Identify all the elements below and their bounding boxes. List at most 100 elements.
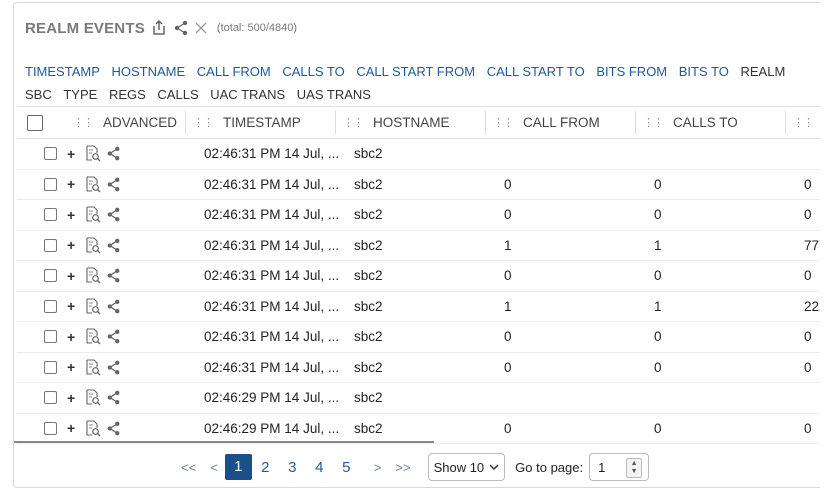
column-header-timestamp[interactable]: ⋮⋮ TIMESTAMP <box>193 107 301 138</box>
column-toggle-uac-trans[interactable]: UAC TRANS <box>210 83 285 106</box>
share-icon[interactable] <box>106 414 121 443</box>
share-icon[interactable] <box>106 353 121 382</box>
cell-call-from: 0 <box>504 420 512 436</box>
expand-row-button[interactable]: + <box>67 322 75 351</box>
column-toggle-bits-to[interactable]: BITS TO <box>679 60 729 83</box>
column-toggle-call-from[interactable]: CALL FROM <box>197 60 271 83</box>
page-button-3[interactable]: 3 <box>279 459 306 476</box>
share-icon[interactable] <box>106 383 121 412</box>
column-header-advanced[interactable]: ⋮⋮ ADVANCED <box>73 107 177 138</box>
cell-timestamp: 02:46:29 PM 14 Jul, ... <box>204 420 340 436</box>
table-row: +02:46:31 PM 14 Jul, ... sbc2 0 0 0 <box>17 322 820 353</box>
drag-handle-icon[interactable]: ⋮⋮ <box>793 116 814 129</box>
cell-timestamp: 02:46:31 PM 14 Jul, ... <box>204 207 340 222</box>
row-checkbox[interactable] <box>44 231 57 260</box>
row-checkbox[interactable] <box>44 170 57 199</box>
share-icon[interactable] <box>106 322 121 351</box>
prev-page-button[interactable]: < <box>210 460 218 475</box>
column-toggle-regs[interactable]: REGS <box>109 83 146 106</box>
expand-row-button[interactable]: + <box>67 383 75 412</box>
share-icon[interactable] <box>106 292 121 321</box>
column-toggle-sbc[interactable]: SBC <box>25 83 52 106</box>
page-stepper[interactable]: ▲ ▼ <box>626 458 643 478</box>
inspect-icon[interactable] <box>85 414 101 443</box>
column-toggle-uas-trans[interactable]: UAS TRANS <box>297 83 371 106</box>
column-resizer[interactable] <box>635 111 636 134</box>
row-checkbox[interactable] <box>44 322 57 351</box>
expand-row-button[interactable]: + <box>67 353 75 382</box>
inspect-icon[interactable] <box>85 200 101 229</box>
goto-page-input[interactable]: 1 ▲ ▼ <box>589 453 650 481</box>
inspect-icon[interactable] <box>85 231 101 260</box>
inspect-icon[interactable] <box>85 353 101 382</box>
row-checkbox[interactable] <box>44 139 57 168</box>
column-toggle-realm[interactable]: REALM <box>740 60 785 83</box>
page-button-1[interactable]: 1 <box>224 454 252 480</box>
export-icon[interactable] <box>150 19 168 37</box>
page-button-2[interactable]: 2 <box>252 459 279 476</box>
select-all-checkbox[interactable] <box>27 107 43 138</box>
inspect-icon[interactable] <box>85 322 101 351</box>
last-page-button[interactable]: >> <box>395 460 410 475</box>
pagination: << < 1 2 3 4 5 > >> Show 10 Go to page: … <box>174 451 650 483</box>
column-header-call-from[interactable]: ⋮⋮ CALL FROM <box>493 107 600 138</box>
cell-call-start-from: 7772 <box>804 237 820 253</box>
inspect-icon[interactable] <box>85 139 101 168</box>
column-toggle-call-start-to[interactable]: CALL START TO <box>487 60 585 83</box>
inspect-icon[interactable] <box>85 292 101 321</box>
column-resizer[interactable] <box>485 111 486 134</box>
share-icon[interactable] <box>106 139 121 168</box>
close-icon[interactable] <box>194 21 208 35</box>
page-size-select[interactable]: Show 10 <box>427 453 506 481</box>
table-header-row: ⋮⋮ ADVANCED ⋮⋮ TIMESTAMP ⋮⋮ HOSTNAME ⋮⋮ … <box>17 106 820 139</box>
share-icon[interactable] <box>173 20 189 36</box>
share-icon[interactable] <box>106 200 121 229</box>
next-page-button[interactable]: > <box>374 460 382 475</box>
share-icon[interactable] <box>106 261 121 290</box>
column-toggle-call-start-from[interactable]: CALL START FROM <box>356 60 475 83</box>
expand-row-button[interactable]: + <box>67 170 75 199</box>
expand-row-button[interactable]: + <box>67 292 75 321</box>
column-header-call-start-from[interactable]: ⋮⋮ C <box>793 107 820 138</box>
drag-handle-icon[interactable]: ⋮⋮ <box>73 116 94 129</box>
drag-handle-icon[interactable]: ⋮⋮ <box>643 116 664 129</box>
row-checkbox[interactable] <box>44 200 57 229</box>
drag-handle-icon[interactable]: ⋮⋮ <box>493 116 514 129</box>
column-toggle-bits-from[interactable]: BITS FROM <box>596 60 667 83</box>
page-button-5[interactable]: 5 <box>333 459 360 476</box>
row-checkbox[interactable] <box>44 292 57 321</box>
inspect-icon[interactable] <box>85 383 101 412</box>
cell-timestamp: 02:46:31 PM 14 Jul, ... <box>204 359 340 375</box>
cell-hostname: sbc2 <box>354 207 383 222</box>
column-toggle-type[interactable]: TYPE <box>63 83 97 106</box>
row-checkbox[interactable] <box>44 383 57 412</box>
cell-timestamp: 02:46:31 PM 14 Jul, ... <box>204 268 340 283</box>
expand-row-button[interactable]: + <box>67 231 75 260</box>
share-icon[interactable] <box>106 170 121 199</box>
cell-hostname: sbc2 <box>354 420 383 436</box>
inspect-icon[interactable] <box>85 261 101 290</box>
first-page-button[interactable]: << <box>181 460 196 475</box>
column-toggle-calls[interactable]: CALLS <box>157 83 198 106</box>
drag-handle-icon[interactable]: ⋮⋮ <box>193 116 214 129</box>
row-checkbox[interactable] <box>44 353 57 382</box>
share-icon[interactable] <box>106 231 121 260</box>
inspect-icon[interactable] <box>85 170 101 199</box>
expand-row-button[interactable]: + <box>67 261 75 290</box>
drag-handle-icon[interactable]: ⋮⋮ <box>343 116 364 129</box>
column-resizer[interactable] <box>335 111 336 134</box>
expand-row-button[interactable]: + <box>67 200 75 229</box>
row-checkbox[interactable] <box>44 261 57 290</box>
column-toggle-calls-to[interactable]: CALLS TO <box>282 60 344 83</box>
column-header-hostname[interactable]: ⋮⋮ HOSTNAME <box>343 107 450 138</box>
column-toggle-hostname[interactable]: HOSTNAME <box>112 60 186 83</box>
column-resizer[interactable] <box>185 111 186 134</box>
expand-row-button[interactable]: + <box>67 139 75 168</box>
expand-row-button[interactable]: + <box>67 414 75 443</box>
column-resizer[interactable] <box>785 111 786 134</box>
column-header-calls-to[interactable]: ⋮⋮ CALLS TO <box>643 107 738 138</box>
row-checkbox[interactable] <box>44 414 57 443</box>
column-toggle-timestamp[interactable]: TIMESTAMP <box>25 60 100 83</box>
horizontal-scrollbar[interactable] <box>14 441 434 443</box>
page-button-4[interactable]: 4 <box>306 459 333 476</box>
